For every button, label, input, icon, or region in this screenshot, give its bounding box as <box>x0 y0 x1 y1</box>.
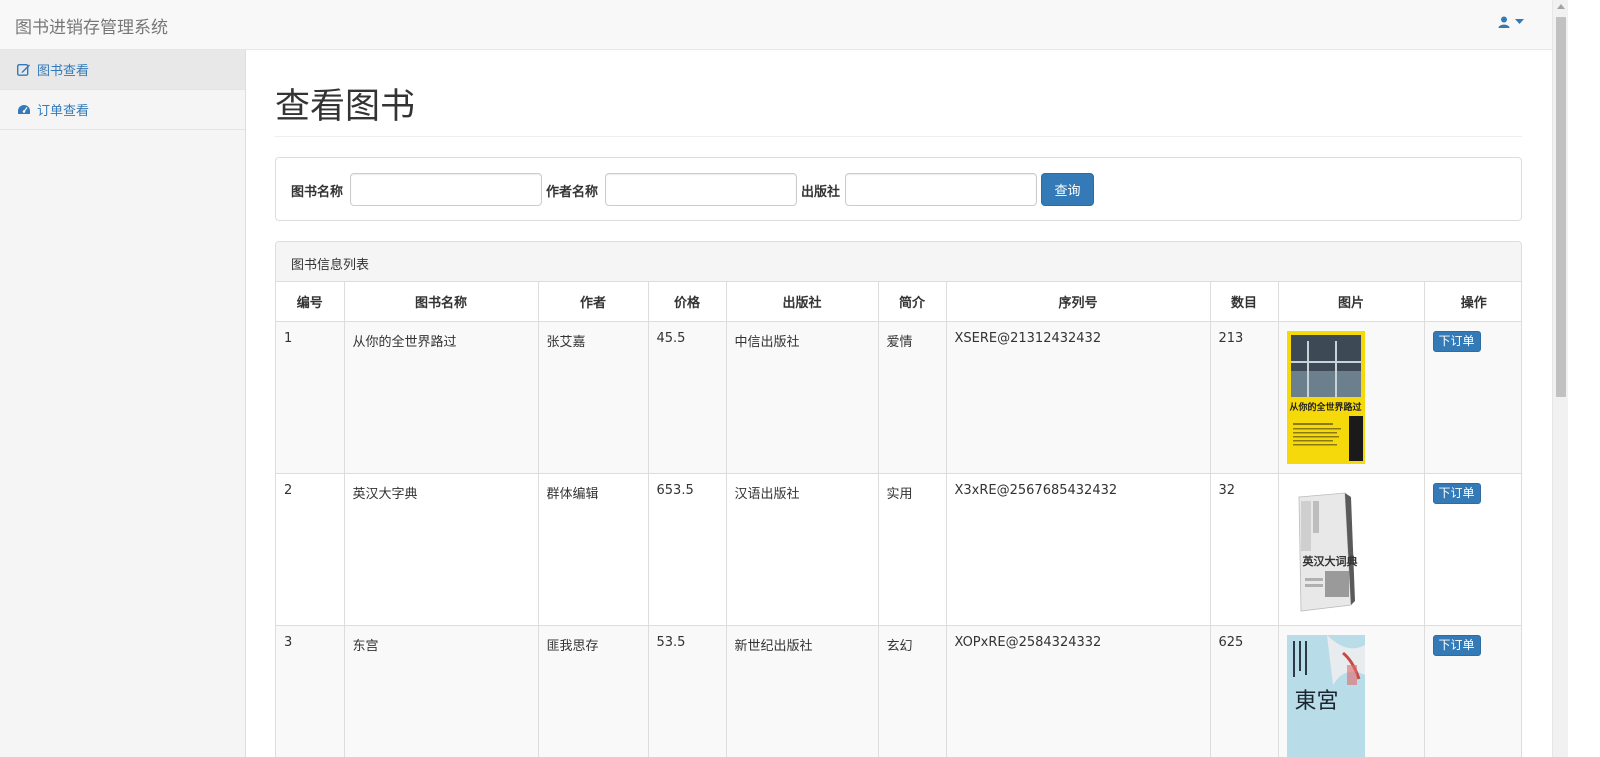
cell-image: 東宮 <box>1277 624 1425 757</box>
cell-intro: 爱情 <box>877 320 947 474</box>
sidebar-item-book-view[interactable]: 图书查看 <box>0 50 245 90</box>
cell-serial: X3xRE@2567685432432 <box>945 472 1211 626</box>
column-header-author: 作者 <box>537 282 649 322</box>
search-panel: 图书名称 作者名称 出版社 查询 <box>275 157 1522 221</box>
cell-price: 45.5 <box>647 320 727 474</box>
place-order-button[interactable]: 下订单 <box>1432 634 1481 656</box>
top-navbar: 图书进销存管理系统 <box>0 0 1552 50</box>
cell-image: 英汉大词典 <box>1277 472 1425 626</box>
column-header-publisher: 出版社 <box>725 282 879 322</box>
cell-action: 下订单 <box>1423 320 1521 474</box>
caret-down-icon <box>1515 19 1524 24</box>
app-title[interactable]: 图书进销存管理系统 <box>15 13 168 38</box>
author-label: 作者名称 <box>546 185 599 200</box>
cell-count: 32 <box>1209 472 1279 626</box>
query-button[interactable]: 查询 <box>1041 173 1094 206</box>
dashboard-icon <box>18 104 30 114</box>
publisher-input[interactable] <box>845 173 1037 206</box>
column-header-name: 图书名称 <box>343 282 539 322</box>
cell-publisher: 中信出版社 <box>725 320 879 474</box>
cell-id: 3 <box>276 624 345 757</box>
cell-id: 1 <box>276 320 345 474</box>
column-header-id: 编号 <box>276 282 345 322</box>
cell-count: 625 <box>1209 624 1279 757</box>
column-header-serial: 序列号 <box>945 282 1211 322</box>
table-row: 1 从你的全世界路过 张艾嘉 45.5 中信出版社 爱情 XSERE@21312… <box>276 320 1521 474</box>
cell-count: 213 <box>1209 320 1279 474</box>
cell-name: 英汉大字典 <box>343 472 539 626</box>
cell-author: 匪我思存 <box>537 624 649 757</box>
page-title: 查看图书 <box>275 87 416 127</box>
cell-intro: 实用 <box>877 472 947 626</box>
book-cover-title: 東宮 <box>1294 688 1339 714</box>
place-order-button[interactable]: 下订单 <box>1432 482 1481 504</box>
book-cover-image: 从你的全世界路过 <box>1286 330 1365 464</box>
cell-publisher: 新世纪出版社 <box>725 624 879 757</box>
book-name-input[interactable] <box>350 173 542 206</box>
cell-price: 53.5 <box>647 624 727 757</box>
cell-price: 653.5 <box>647 472 727 626</box>
page-header: 查看图书 <box>275 86 1522 137</box>
cell-action: 下订单 <box>1423 472 1521 626</box>
column-header-intro: 简介 <box>877 282 947 322</box>
edit-icon <box>17 64 30 76</box>
author-input[interactable] <box>605 173 797 206</box>
book-table: 编号 图书名称 作者 价格 出版社 简介 序列号 数目 图片 操作 1 从你的全… <box>276 282 1521 757</box>
book-cover-title: 英汉大词典 <box>1302 554 1358 568</box>
sidebar-item-label: 订单查看 <box>37 104 90 119</box>
book-cover-art <box>1286 330 1365 464</box>
user-icon <box>1498 16 1510 28</box>
cell-author: 群体编辑 <box>537 472 649 626</box>
book-cover-image: 英汉大词典 <box>1286 482 1365 616</box>
column-header-action: 操作 <box>1423 282 1521 322</box>
cell-serial: XSERE@21312432432 <box>945 320 1211 474</box>
cell-publisher: 汉语出版社 <box>725 472 879 626</box>
scroll-up-arrow-icon[interactable] <box>1557 4 1565 9</box>
cell-name: 从你的全世界路过 <box>343 320 539 474</box>
book-list-panel: 图书信息列表 编号 图书名称 作者 价格 出版社 简介 序列号 数目 图片 操作… <box>275 241 1522 757</box>
place-order-button[interactable]: 下订单 <box>1432 330 1481 352</box>
book-cover-title: 从你的全世界路过 <box>1289 402 1362 413</box>
cell-intro: 玄幻 <box>877 624 947 757</box>
sidebar: 图书查看 订单查看 <box>0 50 246 757</box>
cell-action: 下订单 <box>1423 624 1521 757</box>
table-row: 2 英汉大字典 群体编辑 653.5 汉语出版社 实用 X3xRE@256768… <box>276 472 1521 626</box>
cell-author: 张艾嘉 <box>537 320 649 474</box>
scrollbar-thumb[interactable] <box>1556 17 1566 397</box>
user-menu[interactable] <box>1498 16 1524 28</box>
sidebar-item-label: 图书查看 <box>37 64 90 79</box>
cell-name: 东宫 <box>343 624 539 757</box>
book-name-label: 图书名称 <box>291 185 344 200</box>
cell-image: 从你的全世界路过 <box>1277 320 1425 474</box>
table-row: 3 东宫 匪我思存 53.5 新世纪出版社 玄幻 XOPxRE@25843243… <box>276 624 1521 757</box>
column-header-count: 数目 <box>1209 282 1279 322</box>
sidebar-item-order-view[interactable]: 订单查看 <box>0 90 245 130</box>
publisher-label: 出版社 <box>801 185 841 200</box>
column-header-image: 图片 <box>1277 282 1425 322</box>
main-content: 查看图书 图书名称 作者名称 出版社 查询 图书信息列表 编号 图书名称 作者 … <box>246 50 1552 757</box>
page-scrollbar[interactable] <box>1552 0 1568 757</box>
book-cover-art <box>1286 482 1365 616</box>
book-list-heading: 图书信息列表 <box>276 242 1521 282</box>
book-cover-image: 東宮 <box>1286 634 1365 757</box>
table-header-row: 编号 图书名称 作者 价格 出版社 简介 序列号 数目 图片 操作 <box>276 282 1521 322</box>
cell-id: 2 <box>276 472 345 626</box>
cell-serial: XOPxRE@2584324332 <box>945 624 1211 757</box>
column-header-price: 价格 <box>647 282 727 322</box>
